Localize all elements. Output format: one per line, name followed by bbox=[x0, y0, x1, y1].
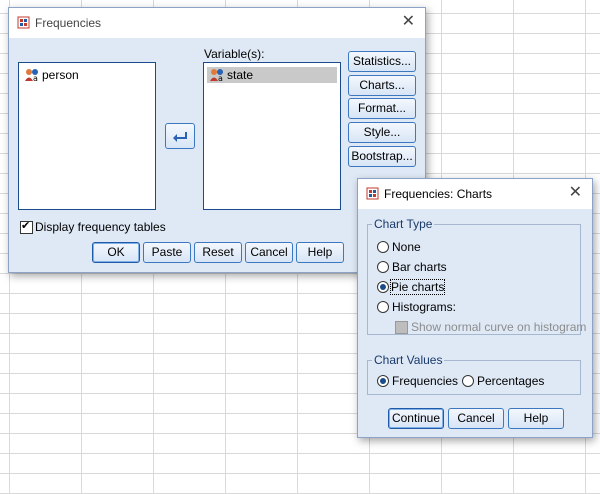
histograms-radio[interactable] bbox=[377, 301, 389, 313]
bootstrap-button[interactable]: Bootstrap... bbox=[348, 146, 416, 167]
list-item[interactable]: a state bbox=[207, 67, 337, 83]
display-frequency-tables-label: Display frequency tables bbox=[35, 220, 166, 234]
style-button[interactable]: Style... bbox=[348, 122, 416, 143]
charts-body: Chart Type None Bar charts Pie charts Hi… bbox=[358, 209, 592, 437]
reset-button[interactable]: Reset bbox=[194, 242, 242, 263]
histograms-label: Histograms: bbox=[392, 300, 457, 314]
ok-button[interactable]: OK bbox=[92, 242, 140, 263]
paste-button[interactable]: Paste bbox=[143, 242, 191, 263]
statistics-button[interactable]: Statistics... bbox=[348, 51, 416, 72]
svg-text:a: a bbox=[218, 74, 223, 82]
close-icon[interactable]: ✕ bbox=[402, 14, 415, 30]
chart-type-group: Chart Type bbox=[367, 217, 581, 335]
charts-cancel-button[interactable]: Cancel bbox=[448, 408, 504, 429]
list-item[interactable]: a person bbox=[22, 67, 152, 83]
selected-variable-list[interactable]: a state bbox=[203, 62, 341, 210]
chart-values-legend: Chart Values bbox=[374, 353, 443, 367]
arrow-left-icon bbox=[173, 131, 187, 142]
normal-curve-checkbox[interactable] bbox=[395, 321, 408, 334]
nominal-variable-icon: a bbox=[210, 69, 223, 82]
move-variable-button[interactable] bbox=[165, 123, 195, 149]
display-frequency-tables-checkbox[interactable] bbox=[20, 219, 33, 234]
bar-charts-radio[interactable] bbox=[377, 261, 389, 273]
variable-name: person bbox=[42, 68, 79, 82]
bar-charts-label: Bar charts bbox=[392, 260, 447, 274]
close-icon[interactable]: ✕ bbox=[569, 185, 582, 201]
frequencies-titlebar[interactable]: Frequencies ✕ bbox=[9, 8, 425, 38]
help-button[interactable]: Help bbox=[296, 242, 344, 263]
normal-curve-label: Show normal curve on histogram bbox=[411, 320, 587, 334]
pie-charts-radio[interactable] bbox=[377, 281, 389, 293]
none-label: None bbox=[392, 240, 421, 254]
frequencies-radio[interactable] bbox=[377, 375, 389, 387]
cancel-button[interactable]: Cancel bbox=[245, 242, 293, 263]
spss-app-icon bbox=[17, 16, 30, 29]
variable-name: state bbox=[227, 68, 254, 82]
none-radio[interactable] bbox=[377, 241, 389, 253]
nominal-variable-icon: a bbox=[25, 69, 38, 82]
frequencies-label: Frequencies bbox=[392, 374, 459, 388]
charts-dialog: Frequencies: Charts ✕ Chart Type None Ba… bbox=[357, 178, 593, 438]
pie-charts-label: Pie charts bbox=[389, 279, 446, 295]
format-button[interactable]: Format... bbox=[348, 98, 416, 119]
chart-type-legend: Chart Type bbox=[374, 217, 433, 231]
charts-help-button[interactable]: Help bbox=[508, 408, 564, 429]
variables-label: Variable(s): bbox=[204, 47, 265, 61]
charts-button[interactable]: Charts... bbox=[348, 75, 416, 96]
frequencies-title: Frequencies bbox=[35, 16, 102, 30]
svg-text:a: a bbox=[33, 74, 38, 82]
source-variable-list[interactable]: a person bbox=[18, 62, 156, 210]
continue-button[interactable]: Continue bbox=[388, 408, 444, 429]
percentages-radio[interactable] bbox=[462, 375, 474, 387]
charts-title: Frequencies: Charts bbox=[384, 187, 493, 201]
spss-app-icon bbox=[366, 187, 379, 200]
percentages-label: Percentages bbox=[477, 374, 545, 388]
charts-titlebar[interactable]: Frequencies: Charts ✕ bbox=[358, 179, 592, 209]
